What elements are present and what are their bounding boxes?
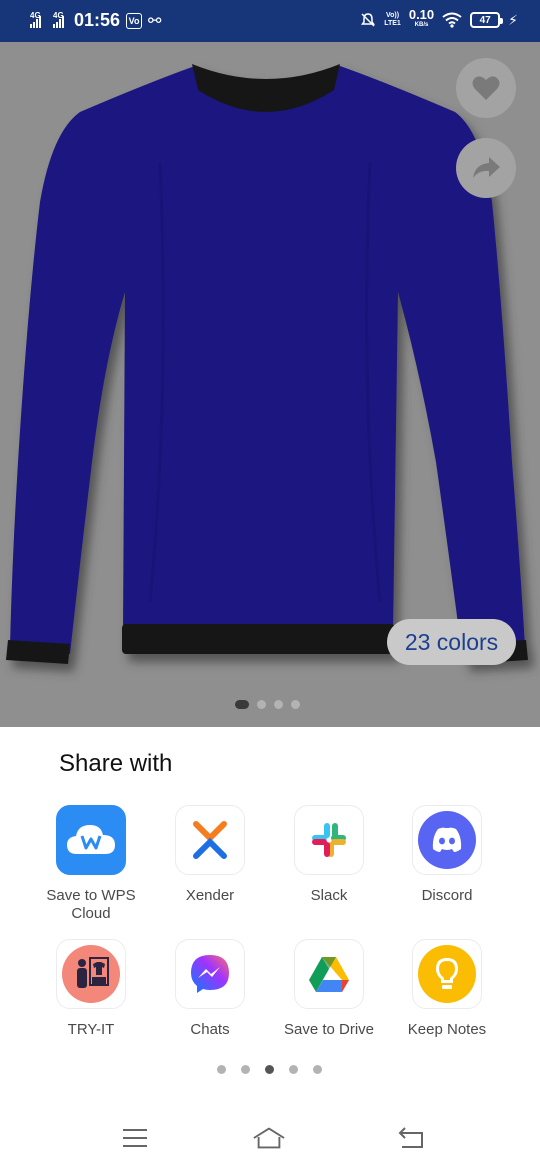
share-target-label-line2: Cloud <box>71 905 111 922</box>
signal-icon-sim1: 4G <box>30 10 41 28</box>
pager-dot-active[interactable] <box>235 700 249 709</box>
pager-dot[interactable] <box>291 700 300 709</box>
share-target-label: Slack <box>310 887 348 904</box>
image-pager-dots <box>235 700 300 709</box>
share-target-label-line1: Save to WPS <box>46 887 136 904</box>
share-target-xender[interactable]: Xender <box>151 805 269 905</box>
network-type-sim1: 4G <box>30 10 41 20</box>
pager-dot[interactable] <box>274 700 283 709</box>
page-dot[interactable] <box>241 1065 250 1074</box>
back-button[interactable] <box>394 1124 428 1152</box>
messenger-icon <box>175 939 245 1009</box>
wifi-icon <box>442 12 462 28</box>
share-target-slack[interactable]: Slack <box>270 805 388 905</box>
slack-icon <box>294 805 364 875</box>
navigation-bar <box>0 1110 540 1170</box>
menu-button[interactable] <box>118 1124 152 1152</box>
share-target-keep-notes[interactable]: Keep Notes <box>388 939 506 1039</box>
favorite-button[interactable] <box>456 58 516 118</box>
network-type-sim2: 4G <box>53 10 64 20</box>
discord-icon <box>412 805 482 875</box>
share-target-label: Chats <box>190 1021 230 1038</box>
pager-dot[interactable] <box>257 700 266 709</box>
volte-indicator: Vo)) LTE1 <box>384 12 401 28</box>
mute-bell-icon <box>361 13 376 27</box>
page-dot[interactable] <box>289 1065 298 1074</box>
volte-bottom-label: LTE1 <box>384 20 401 27</box>
signal-icon-sim2: 4G <box>53 10 64 28</box>
wps-cloud-icon <box>56 805 126 875</box>
share-target-wps-cloud[interactable]: Save to WPS Cloud <box>32 805 150 923</box>
google-drive-icon <box>294 939 364 1009</box>
share-button[interactable] <box>456 138 516 198</box>
status-bar: 4G 4G 01:56 Vo ⚯ Vo)) LTE1 0.10 KB/s 47 … <box>0 0 540 42</box>
charging-bolt-icon: ⚡ <box>508 11 518 28</box>
usb-icon: ⚯ <box>148 12 162 30</box>
share-target-label: Discord <box>421 887 473 904</box>
colors-count-badge[interactable]: 23 colors <box>387 619 516 665</box>
xender-icon <box>175 805 245 875</box>
status-bar-right: Vo)) LTE1 0.10 KB/s 47 ⚡ <box>360 8 518 31</box>
page-dot[interactable] <box>217 1065 226 1074</box>
clock: 01:56 <box>74 10 121 30</box>
page-dot-active[interactable] <box>265 1065 274 1074</box>
notification-badge-icon: Vo <box>126 12 143 29</box>
share-sheet: Share with Save to WPS Cloud Xender Slac… <box>0 727 540 1170</box>
share-target-label: Save to WPS Cloud <box>32 887 150 923</box>
battery-icon: 47 <box>470 12 504 28</box>
try-it-icon <box>56 939 126 1009</box>
share-sheet-title: Share with <box>59 750 173 777</box>
share-target-messenger-chats[interactable]: Chats <box>151 939 269 1039</box>
home-button[interactable] <box>252 1124 286 1152</box>
battery-level: 47 <box>479 14 491 26</box>
share-sheet-page-dots <box>217 1065 322 1074</box>
product-image-carousel[interactable]: 23 colors <box>0 42 540 727</box>
menu-icon <box>123 1129 147 1147</box>
volte-top-label: Vo)) <box>385 12 400 19</box>
network-speed: 0.10 KB/s <box>409 8 434 31</box>
share-target-label: Xender <box>185 887 235 904</box>
keep-notes-icon <box>412 939 482 1009</box>
share-target-label: Keep Notes <box>407 1021 487 1038</box>
share-target-discord[interactable]: Discord <box>388 805 506 905</box>
share-target-label: TRY-IT <box>67 1021 115 1038</box>
back-icon <box>398 1127 423 1148</box>
share-target-try-it[interactable]: TRY-IT <box>32 939 150 1039</box>
share-target-label: Save to Drive <box>283 1021 375 1038</box>
status-bar-left: 4G 4G 01:56 Vo ⚯ <box>30 10 161 31</box>
share-arrow-icon <box>473 157 500 178</box>
page-dot[interactable] <box>313 1065 322 1074</box>
home-icon <box>253 1127 285 1149</box>
share-target-google-drive[interactable]: Save to Drive <box>270 939 388 1039</box>
heart-icon <box>472 76 500 100</box>
